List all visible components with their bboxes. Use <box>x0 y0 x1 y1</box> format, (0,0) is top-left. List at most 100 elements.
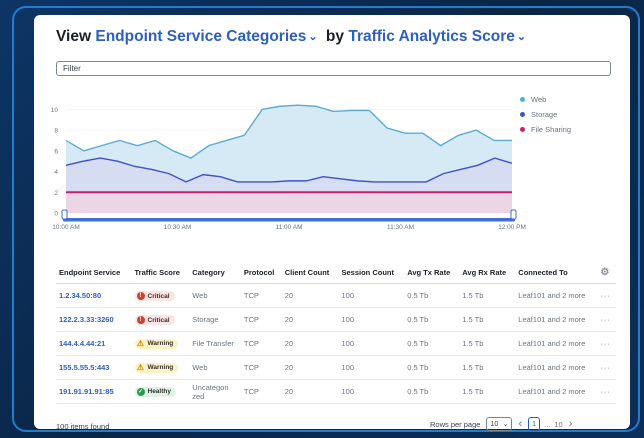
x-tick-label: 11:00 AM <box>276 224 303 231</box>
status-badge: ! Critical <box>134 315 175 325</box>
chevron-left-icon[interactable]: ‹ <box>518 418 522 430</box>
connected-to-cell: Leaf101 and 2 more <box>515 331 598 356</box>
dimension-label: Endpoint Service Categories <box>95 28 307 45</box>
metric-label: Traffic Analytics Score <box>348 28 515 45</box>
column-header[interactable]: Avg Rx Rate <box>459 261 516 284</box>
legend-item[interactable]: Web <box>520 95 571 104</box>
table-row[interactable]: 1.2.34.50:80! Critical Web TCP 20 100 0.5 Tb 1.… <box>56 283 616 308</box>
gear-icon: ⚙ <box>600 266 610 278</box>
page-ellipsis: ... <box>544 419 551 429</box>
protocol-cell: TCP <box>240 355 282 380</box>
chevron-down-icon: ⌄ <box>308 31 318 43</box>
legend-item[interactable]: File Sharing <box>520 125 571 134</box>
row-menu-button[interactable]: ··· <box>597 379 616 404</box>
status-label: Critical <box>147 316 170 324</box>
rows-per-page-label: Rows per page <box>430 419 481 429</box>
legend-swatch <box>520 112 525 117</box>
table-header-row: Endpoint Service Traffic Score Category Pro… <box>56 261 616 284</box>
table-row[interactable]: 155.5.55.5:443 ⚠ Warning Web TCP 20 100 0.5 Tb 1… <box>56 355 616 380</box>
table-row[interactable]: 122.2.3.33:3260! Critical Storage TCP 20 100 0… <box>56 307 616 332</box>
table-row[interactable]: 144.4.4.44:21 ⚠ Warning File Transfer TCP 20 1… <box>56 331 616 356</box>
row-menu-button[interactable]: ··· <box>597 355 616 380</box>
x-tick-label: 10:30 AM <box>164 224 191 231</box>
y-tick-label: 4 <box>54 169 58 176</box>
session-count-cell: 100 <box>338 283 405 308</box>
y-tick-label: 10 <box>51 107 59 114</box>
avg-rx-rate-cell: 1.5 Tb <box>459 307 516 332</box>
column-header[interactable]: Category <box>189 261 241 284</box>
x-tick-label: 10:00 AM <box>52 224 79 231</box>
avg-rx-rate-cell: 1.5 Tb <box>459 355 516 380</box>
legend-swatch <box>520 97 525 102</box>
traffic-score-cell: ✓ Healthy <box>131 379 190 404</box>
rows-per-page-select[interactable]: 10 ⌄ <box>486 417 513 431</box>
column-header[interactable]: Endpoint Service <box>56 261 132 284</box>
avg-tx-rate-cell: 0.5 Tb <box>404 307 460 332</box>
time-range-slider <box>63 218 515 222</box>
endpoint-service-link[interactable]: 122.2.3.33:3260 <box>56 307 132 332</box>
protocol-cell: TCP <box>240 331 282 356</box>
traffic-score-cell: ⚠ Warning <box>131 355 190 380</box>
endpoint-service-link[interactable]: 144.4.4.44:21 <box>56 331 132 356</box>
endpoint-service-link[interactable]: 155.5.55.5:443 <box>56 355 132 380</box>
client-count-cell: 20 <box>281 331 339 356</box>
traffic-score-cell: ⚠ Warning <box>131 331 190 356</box>
warning-icon: ⚠ <box>136 363 145 372</box>
status-badge: ⚠ Warning <box>134 362 179 373</box>
rows-per-page-value: 10 <box>490 420 499 428</box>
status-label: Warning <box>147 340 174 347</box>
endpoint-service-link[interactable]: 191.91.91.91:85 <box>56 379 132 404</box>
chart-legend: Web Storage File Sharing <box>520 95 571 140</box>
traffic-score-cell: ! Critical <box>131 283 190 308</box>
row-menu-button[interactable]: ··· <box>597 331 616 356</box>
filter-input[interactable]: Filter <box>56 61 611 76</box>
legend-label: Web <box>531 95 547 104</box>
endpoint-service-link[interactable]: 1.2.34.50:80 <box>56 283 132 308</box>
avg-tx-rate-cell: 0.5 Tb <box>404 355 460 380</box>
dimension-dropdown[interactable]: Endpoint Service Categories ⌄ <box>95 28 321 45</box>
client-count-cell: 20 <box>281 307 339 332</box>
session-count-cell: 100 <box>338 331 405 356</box>
legend-label: File Sharing <box>531 125 572 134</box>
status-label: Warning <box>147 364 174 371</box>
legend-label: Storage <box>531 110 558 119</box>
avg-rx-rate-cell: 1.5 Tb <box>459 379 516 404</box>
category-cell: Uncategori zed <box>189 379 241 404</box>
table-row[interactable]: 191.91.91.91:85 ✓ Healthy Uncategori zed TCP… <box>56 379 616 404</box>
column-settings[interactable]: ⚙ <box>597 261 616 284</box>
session-count-cell: 100 <box>338 307 405 332</box>
column-header[interactable]: Traffic Score <box>131 261 190 284</box>
connected-to-cell: Leaf101 and 2 more <box>515 355 598 380</box>
page-button-current[interactable]: 1 <box>528 417 541 431</box>
legend-item[interactable]: Storage <box>520 110 571 119</box>
row-menu-button[interactable]: ··· <box>597 307 616 332</box>
column-header[interactable]: Avg Tx Rate <box>404 261 460 284</box>
page-title: View Endpoint Service Categories ⌄ by Tra… <box>56 28 530 46</box>
series-area <box>66 192 512 213</box>
client-count-cell: 20 <box>281 283 339 308</box>
range-handle-right <box>510 209 517 220</box>
category-cell: Web <box>189 283 241 308</box>
metric-dropdown[interactable]: Traffic Analytics Score ⌄ <box>348 28 530 45</box>
legend-swatch <box>520 127 525 132</box>
avg-tx-rate-cell: 0.5 Tb <box>404 283 460 308</box>
column-header[interactable]: Connected To <box>515 261 598 284</box>
endpoint-table: Endpoint Service Traffic Score Category Pro… <box>56 261 616 404</box>
status-badge: ! Critical <box>134 291 175 301</box>
x-tick-label: 11:30 AM <box>387 224 414 231</box>
critical-icon: ! <box>136 292 145 300</box>
column-header[interactable]: Protocol <box>240 261 282 284</box>
connected-to-cell: Leaf101 and 2 more <box>515 307 598 332</box>
chevron-right-icon[interactable]: › <box>569 418 573 430</box>
row-menu-button[interactable]: ··· <box>597 283 616 308</box>
range-handle-left <box>61 209 68 220</box>
client-count-cell: 20 <box>281 379 339 404</box>
session-count-cell: 100 <box>338 355 405 380</box>
title-prefix: View <box>56 28 92 45</box>
protocol-cell: TCP <box>240 379 282 404</box>
column-header[interactable]: Session Count <box>338 261 405 284</box>
healthy-icon: ✓ <box>136 387 145 396</box>
column-header[interactable]: Client Count <box>281 261 339 284</box>
avg-tx-rate-cell: 0.5 Tb <box>404 331 460 356</box>
page-button-last[interactable]: 10 <box>554 420 562 429</box>
